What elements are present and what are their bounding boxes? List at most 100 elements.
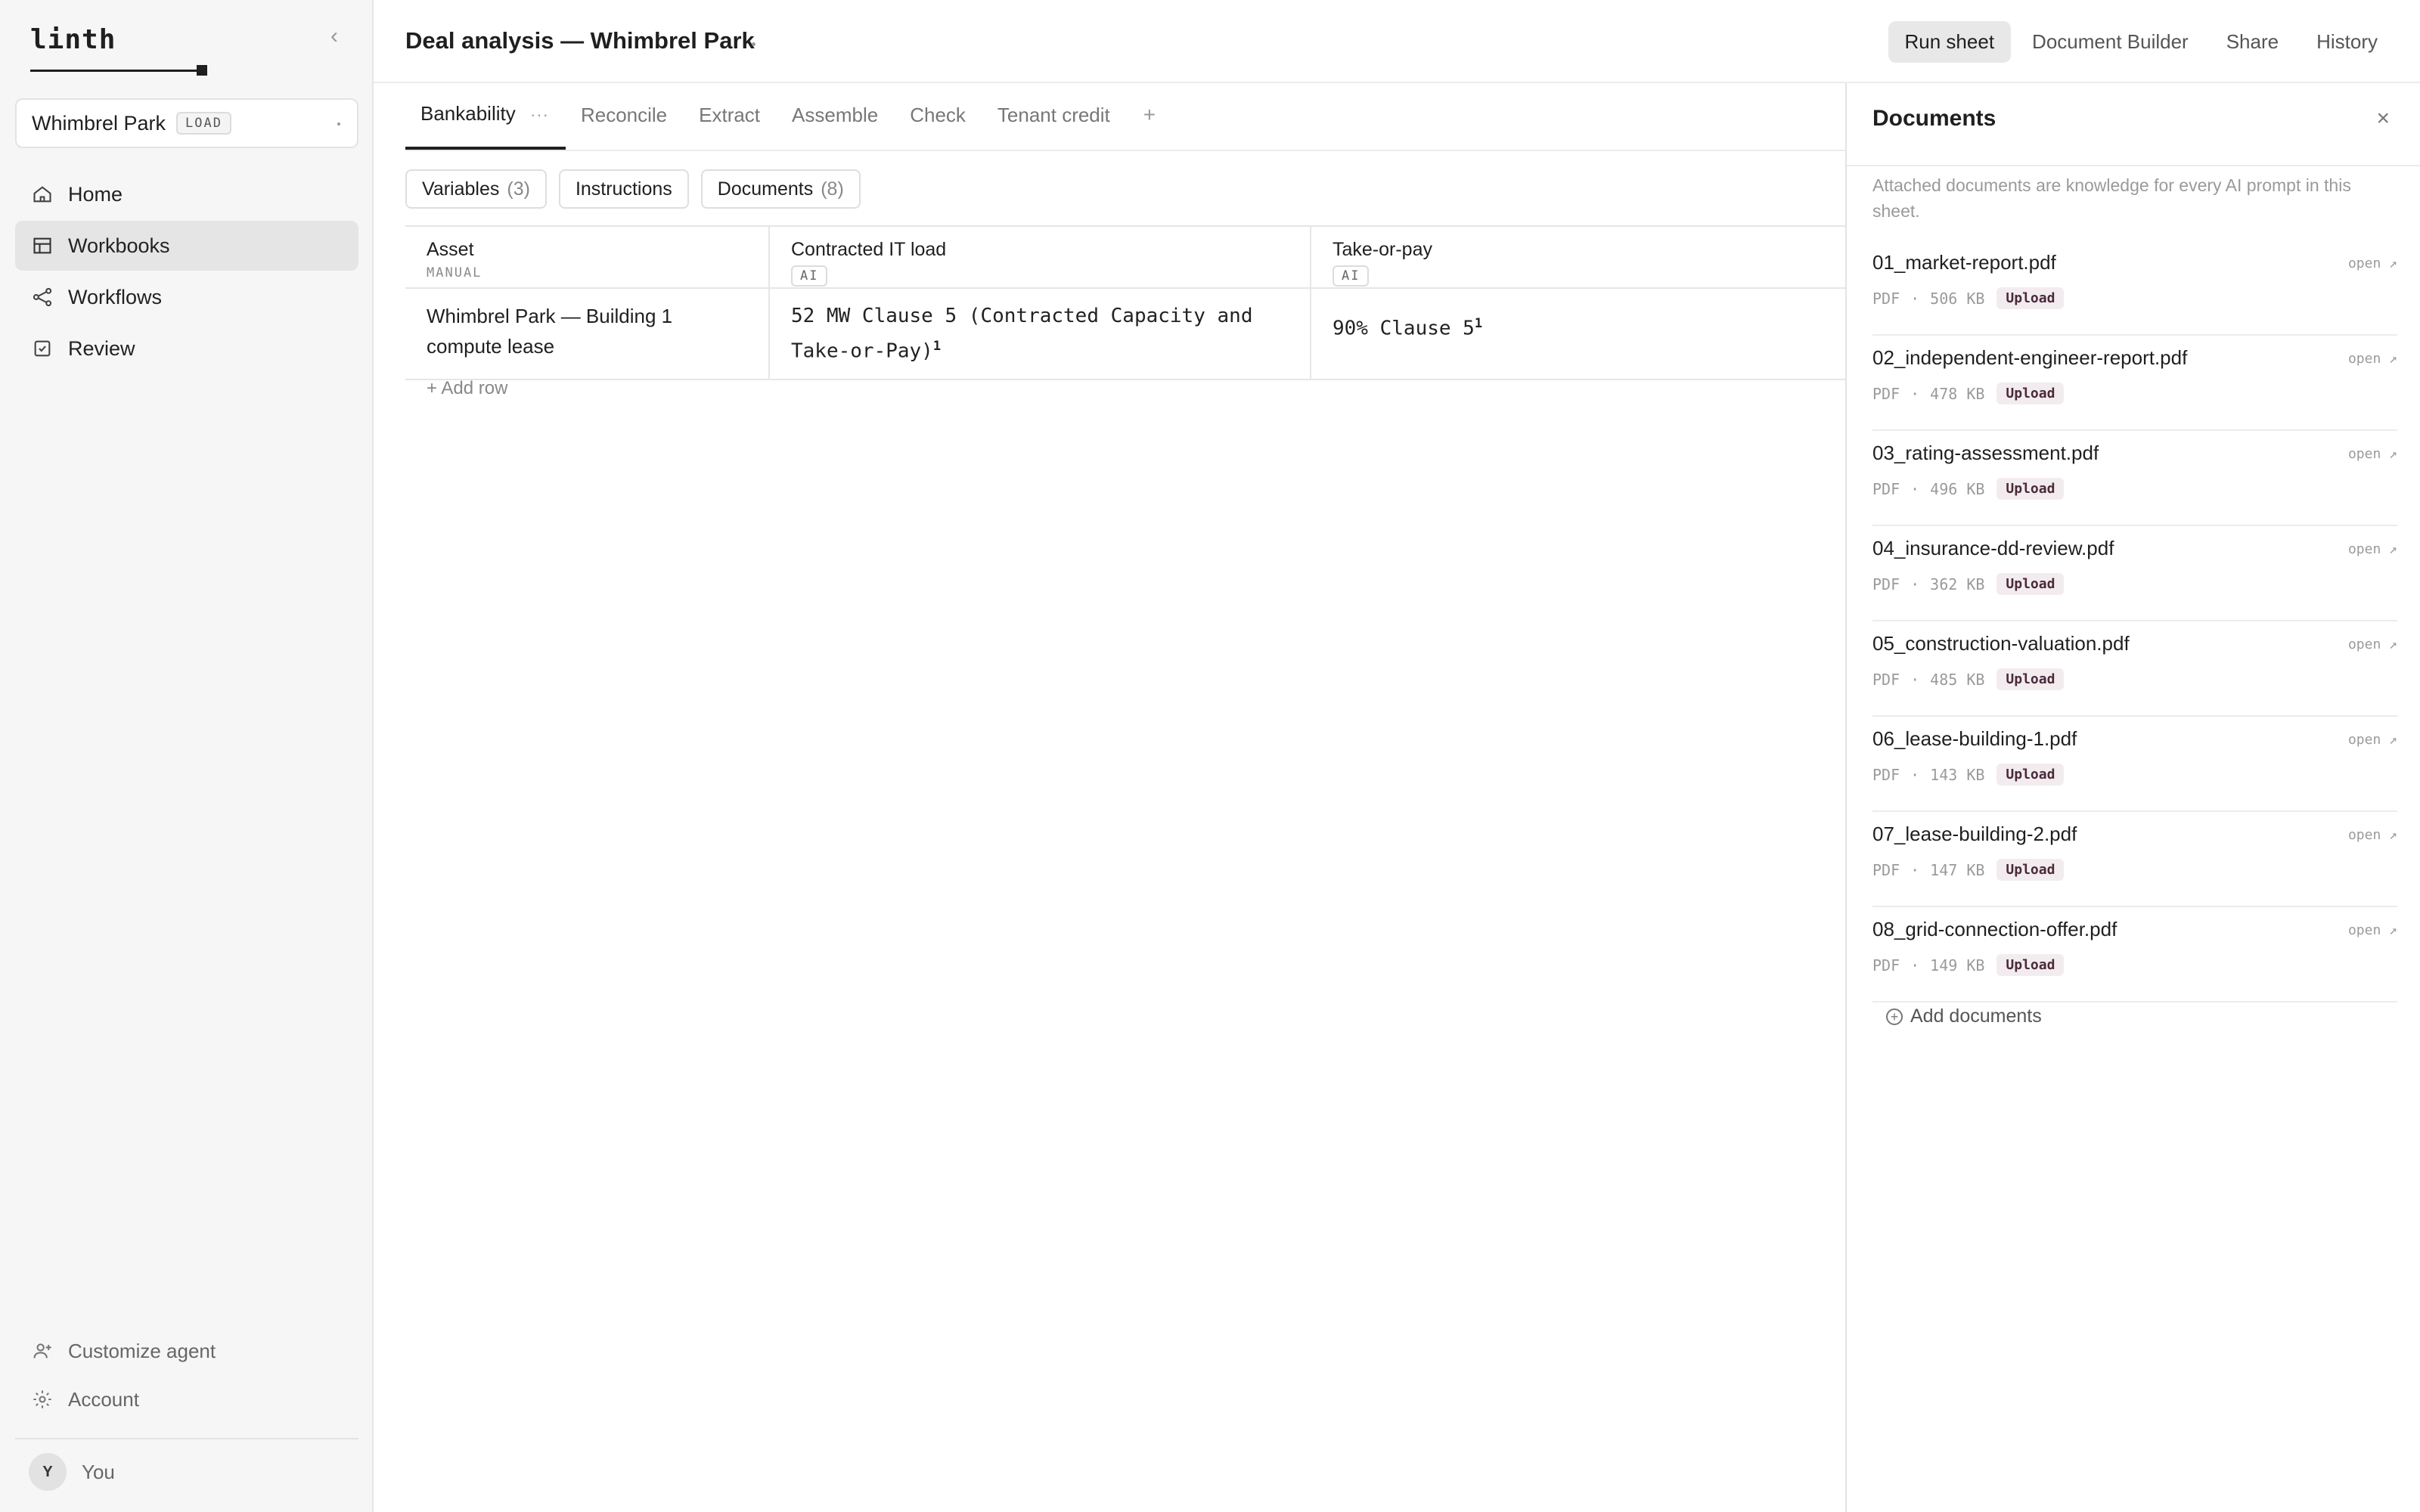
logo-underline	[30, 70, 200, 72]
open-document-link[interactable]: open ↗	[2348, 256, 2397, 271]
gear-icon	[33, 1390, 51, 1408]
cell-value: 52 MW Clause 5 (Contracted Capacity and …	[791, 301, 1289, 367]
open-document-link[interactable]: open ↗	[2348, 541, 2397, 557]
open-document-link[interactable]: open ↗	[2348, 351, 2397, 367]
chip-label: Variables	[422, 178, 500, 200]
list-item[interactable]: 04_insurance-dd-review.pdf open ↗ PDF · 36…	[1872, 526, 2397, 621]
open-document-link[interactable]: open ↗	[2348, 637, 2397, 652]
list-item[interactable]: 08_grid-connection-offer.pdf open ↗ PDF ·…	[1872, 907, 2397, 1002]
add-row-button[interactable]: + Add row	[427, 378, 507, 399]
avatar: Y	[29, 1453, 67, 1491]
document-name: 05_construction-valuation.pdf	[1872, 632, 2130, 655]
workspace-menu-icon[interactable]	[337, 122, 340, 125]
user-name: You	[82, 1460, 115, 1483]
chip-count: (3)	[507, 178, 530, 200]
column-header-asset[interactable]: Asset MANUAL	[405, 227, 770, 287]
instructions-chip[interactable]: Instructions	[558, 169, 689, 209]
list-item[interactable]: 07_lease-building-2.pdf open ↗ PDF · 147 K…	[1872, 812, 2397, 907]
add-circle-icon: +	[1886, 1008, 1903, 1025]
cell-value: 90% Clause 51	[1333, 308, 1824, 344]
tab-more-icon[interactable]: ···	[530, 105, 549, 124]
sidebar-item-home[interactable]: Home	[15, 169, 358, 219]
sidebar-item-account[interactable]: Account	[15, 1376, 358, 1423]
main-nav: Home Workbooks Workflows Review	[15, 169, 358, 375]
document-meta: PDF · 147 KB Upload	[1872, 859, 2065, 881]
open-document-link[interactable]: open ↗	[2348, 446, 2397, 462]
chip-label: Instructions	[575, 178, 672, 200]
table-cell-take-or-pay[interactable]: 90% Clause 51	[1311, 289, 1845, 379]
tab-check[interactable]: Check	[895, 104, 982, 150]
sidebar-item-workflows[interactable]: Workflows	[15, 272, 358, 322]
tab-extract[interactable]: Extract	[684, 104, 777, 150]
citation-ref[interactable]: 1	[1475, 316, 1482, 331]
document-size: 362 KB	[1930, 575, 1985, 593]
column-label: Asset	[427, 239, 474, 260]
open-document-link[interactable]: open ↗	[2348, 922, 2397, 938]
header: Deal analysis — Whimbrel Park Run sheet …	[374, 0, 2420, 83]
citation-ref[interactable]: 1	[933, 339, 941, 354]
close-icon[interactable]: ×	[2376, 106, 2390, 132]
status-badge: Upload	[1996, 287, 2065, 309]
run-sheet-button[interactable]: Run sheet	[1888, 21, 2012, 63]
document-name: 06_lease-building-1.pdf	[1872, 727, 2077, 750]
variables-chip[interactable]: Variables (3)	[405, 169, 547, 209]
sidebar-item-label: Customize agent	[68, 1339, 216, 1362]
list-item[interactable]: 05_construction-valuation.pdf open ↗ PDF…	[1872, 621, 2397, 717]
add-documents-button[interactable]: + Add documents	[1886, 1005, 2042, 1027]
document-list: 01_market-report.pdf open ↗ PDF · 506 KB U…	[1872, 240, 2397, 1002]
document-meta: PDF · 485 KB Upload	[1872, 668, 2065, 690]
sidebar-item-label: Account	[68, 1387, 139, 1411]
status-badge: Upload	[1996, 383, 2065, 404]
column-header-take-or-pay[interactable]: Take-or-pay AI	[1311, 227, 1845, 287]
document-type: PDF	[1872, 670, 1900, 689]
table-cell-asset[interactable]: Whimbrel Park — Building 1 compute lease	[405, 289, 770, 379]
tab-reconcile[interactable]: Reconcile	[566, 104, 684, 150]
status-badge: Upload	[1996, 668, 2065, 690]
list-item[interactable]: 01_market-report.pdf open ↗ PDF · 506 KB U…	[1872, 240, 2397, 336]
secondary-nav: Customize agent Account	[15, 1328, 358, 1424]
home-icon	[33, 186, 51, 203]
collapse-sidebar-icon[interactable]: ‹	[324, 25, 345, 48]
open-document-link[interactable]: open ↗	[2348, 732, 2397, 748]
document-name: 07_lease-building-2.pdf	[1872, 823, 2077, 845]
document-meta: PDF · 478 KB Upload	[1872, 383, 2065, 404]
sidebar-item-label: Workflows	[68, 285, 163, 308]
workspace-selector[interactable]: Whimbrel Park LOAD	[15, 98, 358, 148]
document-type: PDF	[1872, 956, 1900, 974]
document-builder-button[interactable]: Document Builder	[2015, 21, 2205, 63]
sidebar-item-workbooks[interactable]: Workbooks	[15, 221, 358, 271]
sidebar-item-label: Workbooks	[68, 234, 170, 257]
list-item[interactable]: 03_rating-assessment.pdf open ↗ PDF · 496 …	[1872, 431, 2397, 526]
workspace-name: Whimbrel Park	[32, 111, 166, 135]
checkbox-icon	[34, 340, 51, 357]
document-type: PDF	[1872, 575, 1900, 593]
document-type: PDF	[1872, 384, 1900, 403]
tab-bankability[interactable]: Bankability ···	[405, 102, 566, 150]
tab-tenant-credit[interactable]: Tenant credit	[982, 104, 1127, 150]
header-actions: Run sheet Document Builder Share History	[1884, 21, 2394, 63]
sidebar-item-customize-agent[interactable]: Customize agent	[15, 1328, 358, 1374]
documents-chip[interactable]: Documents (8)	[700, 169, 861, 209]
table-cell-it-load[interactable]: 52 MW Clause 5 (Contracted Capacity and …	[770, 289, 1311, 379]
status-badge: Upload	[1996, 859, 2065, 881]
document-size: 506 KB	[1930, 289, 1985, 308]
user-profile[interactable]: Y You	[29, 1453, 115, 1491]
list-item[interactable]: 06_lease-building-1.pdf open ↗ PDF · 143 K…	[1872, 717, 2397, 812]
document-meta: PDF · 149 KB Upload	[1872, 954, 2065, 976]
open-document-link[interactable]: open ↗	[2348, 827, 2397, 843]
add-tab-button[interactable]: +	[1127, 103, 1172, 150]
table-row[interactable]: Whimbrel Park — Building 1 compute lease…	[405, 289, 1845, 380]
cell-value: Whimbrel Park — Building 1 compute lease	[427, 305, 673, 358]
list-item[interactable]: 02_independent-engineer-report.pdf open …	[1872, 336, 2397, 431]
share-button[interactable]: Share	[2210, 21, 2295, 63]
title-menu-icon[interactable]	[752, 42, 755, 46]
tab-assemble[interactable]: Assemble	[777, 104, 895, 150]
cell-text: 52 MW Clause 5 (Contracted Capacity and …	[791, 305, 1253, 363]
panel-title: Documents	[1872, 106, 1996, 131]
history-button[interactable]: History	[2300, 21, 2394, 63]
sidebar-item-review[interactable]: Review	[15, 324, 358, 373]
chip-label: Documents	[717, 178, 814, 200]
document-name: 04_insurance-dd-review.pdf	[1872, 537, 2114, 559]
sidebar-item-label: Review	[68, 336, 135, 360]
column-header-contracted-it-load[interactable]: Contracted IT load AI	[770, 227, 1311, 287]
